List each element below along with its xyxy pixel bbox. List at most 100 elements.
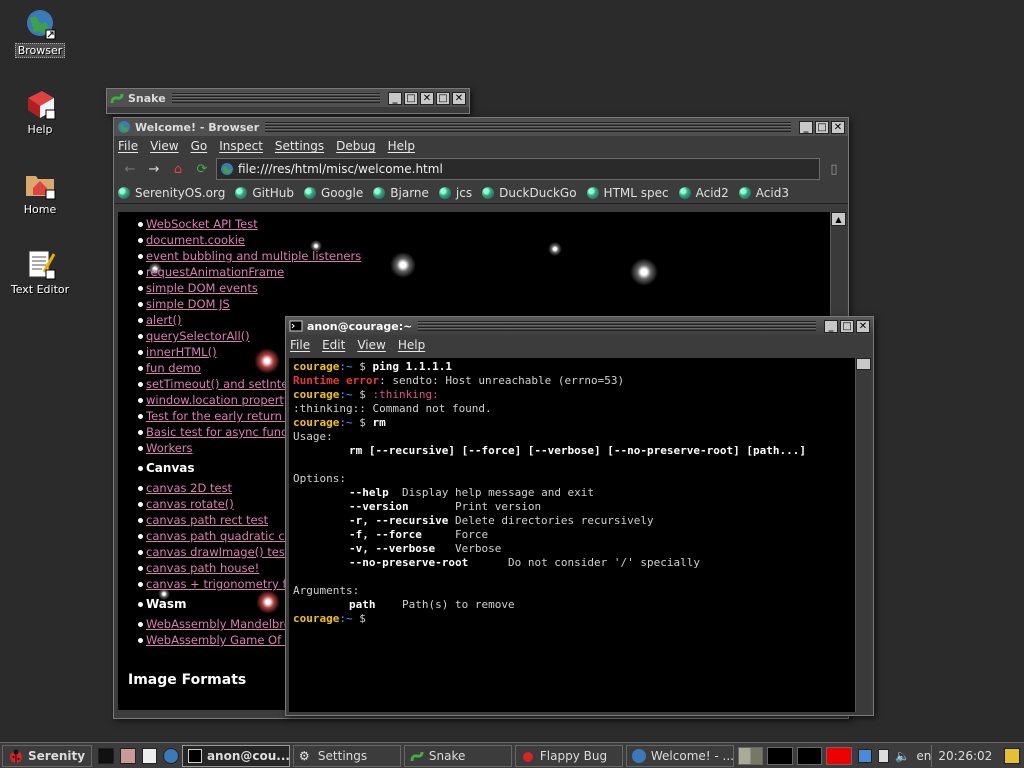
link[interactable]: fun demo	[146, 361, 201, 375]
list-item[interactable]: simple DOM JS	[137, 296, 361, 312]
maximize-button[interactable]: □	[436, 91, 450, 105]
bookmark-item[interactable]: GitHub	[235, 186, 294, 200]
url-bar[interactable]: file:///res/html/misc/welcome.html	[216, 158, 820, 180]
list-item[interactable]: WebSocket API Test	[137, 216, 361, 232]
link[interactable]: canvas path house!	[146, 561, 259, 575]
bookmark-item[interactable]: Acid2	[678, 186, 729, 200]
scroll-up-arrow-icon[interactable]	[856, 358, 871, 370]
menu-file[interactable]: File	[118, 139, 138, 153]
task-snake[interactable]: Snake	[403, 744, 512, 767]
bookmark-item[interactable]: DuckDuckGo	[482, 186, 577, 200]
menu-debug[interactable]: Debug	[336, 139, 375, 153]
link[interactable]: simple DOM events	[146, 281, 258, 295]
file-manager-launcher-icon[interactable]	[119, 747, 136, 764]
close-button[interactable]: ✕	[831, 120, 845, 134]
browser-launcher-icon[interactable]	[163, 747, 179, 764]
back-arrow-icon[interactable]: ←	[120, 162, 140, 177]
link[interactable]: canvas 2D test	[146, 481, 232, 495]
bookmark-item[interactable]: jcs	[438, 186, 472, 200]
link[interactable]: canvas rotate()	[146, 497, 234, 511]
task-settings[interactable]: ⚙ Settings	[292, 744, 401, 767]
reload-icon[interactable]: ⟳	[192, 162, 212, 177]
close-button[interactable]: ✕	[856, 319, 870, 333]
link[interactable]: canvas path quadratic cu	[146, 529, 292, 543]
option-desc: Verbose	[435, 542, 502, 555]
menu-help[interactable]: Help	[388, 139, 415, 153]
home-icon[interactable]: ⌂	[168, 162, 188, 177]
link[interactable]: requestAnimationFrame	[146, 265, 284, 279]
menu-view[interactable]: View	[150, 139, 178, 153]
link[interactable]: WebSocket API Test	[146, 217, 258, 231]
bookmark-item[interactable]: Acid3	[738, 186, 789, 200]
link[interactable]: WebAssembly Mandelbrot	[146, 617, 295, 631]
text-editor-launcher-icon[interactable]	[141, 747, 158, 764]
bookmark-item[interactable]: HTML spec	[586, 186, 669, 200]
link[interactable]: canvas path rect test	[146, 513, 268, 527]
link[interactable]: canvas drawImage() test	[146, 545, 289, 559]
snake-titlebar[interactable]: Snake _ □ ✕ □ ✕	[107, 89, 469, 107]
desktop-icon-help[interactable]: Help	[5, 88, 75, 136]
notes-icon[interactable]	[1004, 747, 1020, 764]
minimize-button[interactable]: _	[824, 319, 838, 333]
menu-help[interactable]: Help	[398, 338, 425, 352]
task-browser[interactable]: Welcome! - ...	[625, 744, 734, 767]
link[interactable]: querySelectorAll()	[146, 329, 250, 343]
link[interactable]: Test for the early return s	[146, 409, 292, 423]
link[interactable]: alert()	[146, 313, 182, 327]
task-terminal[interactable]: anon@cou...	[181, 744, 290, 767]
terminal-titlebar[interactable]: anon@courage:~ _ □ ✕	[286, 317, 873, 335]
list-item[interactable]: document.cookie	[137, 232, 361, 248]
scroll-up-arrow-icon[interactable]: ▲	[831, 212, 846, 226]
menu-settings[interactable]: Settings	[275, 139, 324, 153]
browser-titlebar[interactable]: Welcome! - Browser _ □ ✕	[114, 118, 848, 136]
link[interactable]: WebAssembly Game Of Li	[146, 633, 294, 647]
menu-file[interactable]: File	[290, 338, 310, 352]
minimize-button[interactable]: _	[799, 120, 813, 134]
desktop-icon-home[interactable]: Home	[5, 168, 75, 216]
desktop-icon-browser[interactable]: Browser	[5, 8, 75, 58]
link[interactable]: setTimeout() and setInter	[146, 377, 293, 391]
bookmark-item[interactable]: Bjarne	[373, 186, 429, 200]
desktop-icon-text-editor[interactable]: Text Editor	[5, 248, 75, 296]
menu-inspect[interactable]: Inspect	[219, 139, 263, 153]
bookmark-icon[interactable]: ▯	[824, 162, 844, 177]
menu-view[interactable]: View	[357, 338, 385, 352]
bookmark-globe-icon	[235, 186, 248, 199]
bookmark-item[interactable]: Google	[303, 186, 363, 200]
close-button[interactable]: ✕	[420, 91, 434, 105]
clipboard-icon[interactable]	[877, 748, 890, 763]
link[interactable]: Workers	[146, 441, 193, 455]
link[interactable]: canvas + trigonometry fun	[146, 577, 301, 591]
list-item[interactable]: requestAnimationFrame	[137, 264, 361, 280]
volume-icon[interactable]: 🔈	[895, 749, 910, 763]
terminal-launcher-icon[interactable]	[98, 747, 114, 764]
link[interactable]: Basic test for async func	[146, 425, 287, 439]
close-button[interactable]: ✕	[452, 91, 466, 105]
snake-window[interactable]: Snake _ □ ✕ □ ✕	[106, 88, 470, 114]
start-button[interactable]: Serenity	[2, 744, 93, 767]
keyboard-layout[interactable]: en	[916, 749, 931, 763]
network-icon[interactable]	[857, 748, 872, 763]
link[interactable]: window.location property	[146, 393, 291, 407]
maximize-button[interactable]: □	[404, 91, 418, 105]
snake-icon	[410, 749, 424, 763]
link[interactable]: innerHTML()	[146, 345, 217, 359]
workspace-switcher[interactable]	[737, 746, 764, 765]
list-item[interactable]: simple DOM events	[137, 280, 361, 296]
terminal-window[interactable]: anon@courage:~ _ □ ✕ File Edit View Help…	[285, 316, 874, 716]
maximize-button[interactable]: □	[815, 120, 829, 134]
minimize-button[interactable]: _	[388, 91, 402, 105]
link[interactable]: simple DOM JS	[146, 297, 230, 311]
menu-edit[interactable]: Edit	[322, 338, 345, 352]
task-flappy-bug[interactable]: Flappy Bug	[514, 744, 623, 767]
link[interactable]: document.cookie	[146, 233, 245, 247]
forward-arrow-icon[interactable]: →	[144, 162, 164, 177]
terminal-output[interactable]: courage:~ $ ping 1.1.1.1 Runtime error: s…	[289, 358, 855, 712]
bookmark-item[interactable]: SerenityOS.org	[118, 186, 225, 200]
clock[interactable]: 20:26:02	[931, 744, 998, 767]
link[interactable]: event bubbling and multiple listeners	[146, 249, 361, 263]
maximize-button[interactable]: □	[840, 319, 854, 333]
terminal-scrollbar[interactable]	[855, 358, 871, 712]
list-item[interactable]: event bubbling and multiple listeners	[137, 248, 361, 264]
menu-go[interactable]: Go	[191, 139, 208, 153]
